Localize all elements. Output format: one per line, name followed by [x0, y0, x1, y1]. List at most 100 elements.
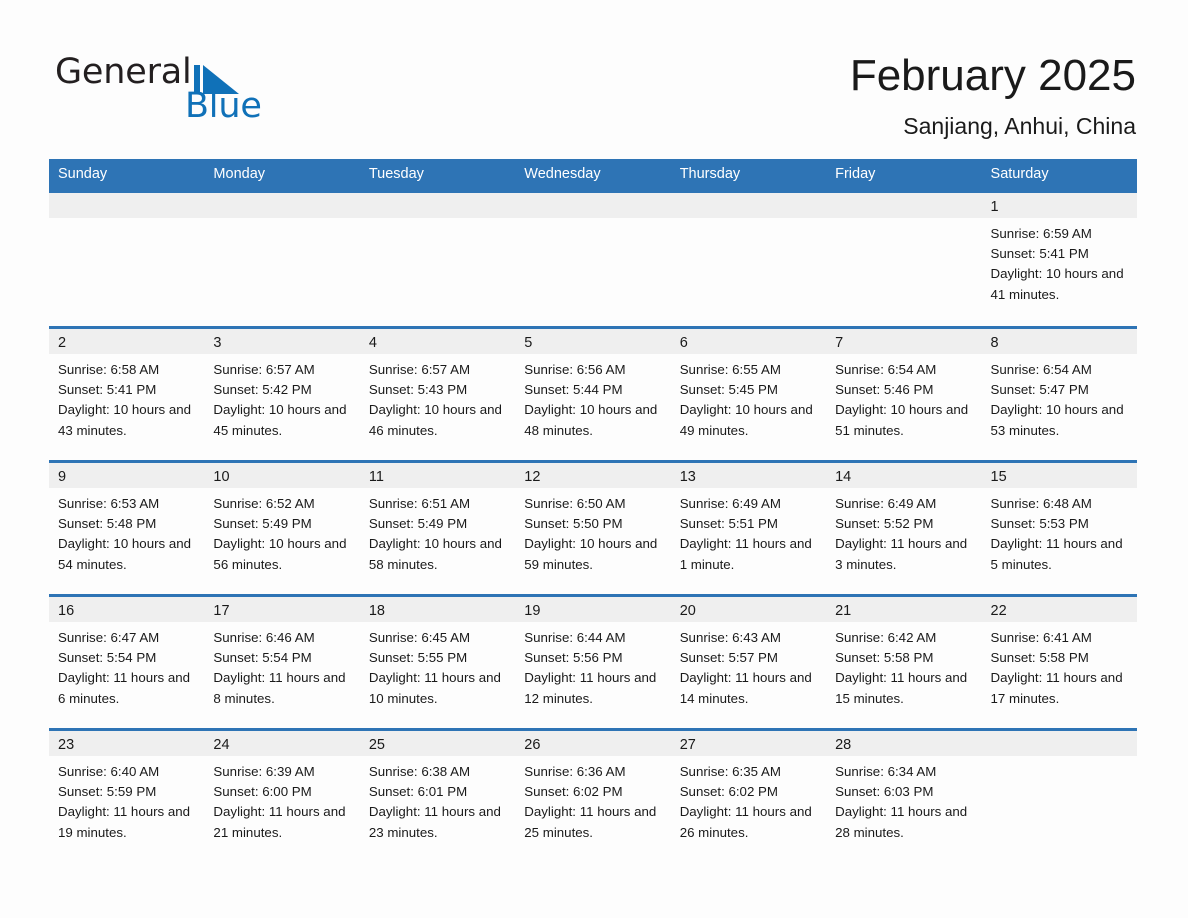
daylight-text: Daylight: 10 hours and 46 minutes. — [368, 402, 502, 438]
day-number: 25 — [359, 731, 516, 756]
calendar-day-cell[interactable]: 9 Sunrise: 6:53 AM Sunset: 5:48 PM Daylight… — [49, 460, 205, 596]
calendar-week-row: 23 Sunrise: 6:40 AM Sunset: 5:59 PM Dayligh… — [49, 728, 1137, 862]
brand-name-blue: Blue — [185, 86, 262, 126]
calendar-day-cell[interactable]: 6 Sunrise: 6:55 AM Sunset: 5:45 PM Daylight… — [670, 326, 827, 462]
calendar-day-cell[interactable]: 18 Sunrise: 6:45 AM Sunset: 5:55 PM Dayligh… — [359, 594, 516, 730]
calendar-day-cell[interactable]: 19 Sunrise: 6:44 AM Sunset: 5:56 PM Dayligh… — [515, 594, 671, 730]
sunrise-text: Sunrise: 6:40 AM — [58, 764, 160, 779]
calendar-day-cell[interactable]: 21 Sunrise: 6:42 AM Sunset: 5:58 PM Dayligh… — [826, 594, 982, 730]
day-cell-content: 3 Sunrise: 6:57 AM Sunset: 5:42 PM Daylight… — [204, 329, 360, 460]
day-cell-content — [359, 193, 516, 326]
day-number — [826, 193, 982, 218]
day-cell-content: 11 Sunrise: 6:51 AM Sunset: 5:49 PM Dayligh… — [359, 463, 516, 594]
sunrise-text: Sunrise: 6:46 AM — [213, 630, 315, 645]
calendar-day-cell[interactable]: 23 Sunrise: 6:40 AM Sunset: 5:59 PM Dayligh… — [49, 728, 205, 862]
day-number: 4 — [359, 329, 516, 354]
calendar-day-cell[interactable]: 11 Sunrise: 6:51 AM Sunset: 5:49 PM Dayligh… — [359, 460, 516, 596]
page-header: General Blue February 2025 Sanjiang, Anh… — [0, 0, 1188, 152]
sunrise-text: Sunrise: 6:35 AM — [679, 764, 781, 779]
day-cell-content: 20 Sunrise: 6:43 AM Sunset: 5:57 PM Dayligh… — [670, 597, 827, 728]
daylight-text: Daylight: 10 hours and 59 minutes. — [524, 536, 658, 572]
calendar-day-cell[interactable]: 8 Sunrise: 6:54 AM Sunset: 5:47 PM Daylight… — [981, 326, 1137, 462]
day-cell-content: 22 Sunrise: 6:41 AM Sunset: 5:58 PM Dayligh… — [981, 597, 1137, 728]
day-sun-info: Sunrise: 6:46 AM Sunset: 5:54 PM Daylight:… — [204, 622, 359, 709]
day-cell-content — [49, 193, 205, 326]
day-sun-info: Sunrise: 6:59 AM Sunset: 5:41 PM Daylight:… — [982, 218, 1137, 305]
calendar-day-cell[interactable]: 1 Sunrise: 6:59 AM Sunset: 5:41 PM Daylight… — [981, 190, 1137, 328]
sunrise-text: Sunrise: 6:48 AM — [990, 496, 1092, 511]
calendar-day-cell[interactable]: 2 Sunrise: 6:58 AM Sunset: 5:41 PM Daylight… — [49, 326, 205, 462]
day-cell-content: 13 Sunrise: 6:49 AM Sunset: 5:51 PM Dayligh… — [670, 463, 827, 594]
sunrise-text: Sunrise: 6:38 AM — [368, 764, 471, 779]
day-cell-content: 5 Sunrise: 6:56 AM Sunset: 5:44 PM Daylight… — [515, 329, 671, 460]
day-cell-content: 19 Sunrise: 6:44 AM Sunset: 5:56 PM Dayligh… — [515, 597, 671, 728]
day-cell-content: 6 Sunrise: 6:55 AM Sunset: 5:45 PM Daylight… — [670, 329, 827, 460]
sunrise-text: Sunrise: 6:57 AM — [213, 362, 315, 377]
calendar-day-cell[interactable]: 24 Sunrise: 6:39 AM Sunset: 6:00 PM Dayligh… — [204, 728, 360, 862]
calendar-day-cell[interactable]: 4 Sunrise: 6:57 AM Sunset: 5:43 PM Daylight… — [359, 326, 516, 462]
day-sun-info: Sunrise: 6:49 AM Sunset: 5:52 PM Daylight:… — [826, 488, 981, 575]
location-subtitle: Sanjiang, Anhui, China — [903, 113, 1136, 139]
day-sun-info: Sunrise: 6:35 AM Sunset: 6:02 PM Daylight:… — [671, 756, 826, 843]
sunset-text: Sunset: 5:48 PM — [58, 516, 157, 532]
day-sun-info: Sunrise: 6:57 AM Sunset: 5:42 PM Daylight:… — [204, 354, 359, 441]
calendar-week-row: 2 Sunrise: 6:58 AM Sunset: 5:41 PM Daylight… — [49, 326, 1137, 462]
calendar-day-cell[interactable]: 15 Sunrise: 6:48 AM Sunset: 5:53 PM Dayligh… — [981, 460, 1137, 596]
calendar-day-cell[interactable]: 13 Sunrise: 6:49 AM Sunset: 5:51 PM Dayligh… — [670, 460, 827, 596]
calendar-day-cell[interactable]: 12 Sunrise: 6:50 AM Sunset: 5:50 PM Dayligh… — [515, 460, 671, 596]
sunrise-text: Sunrise: 6:52 AM — [213, 496, 315, 511]
day-cell-content: 23 Sunrise: 6:40 AM Sunset: 5:59 PM Dayligh… — [49, 731, 205, 862]
sunrise-text: Sunrise: 6:49 AM — [835, 496, 937, 511]
sunset-text: Sunset: 5:58 PM — [835, 650, 934, 666]
day-sun-info: Sunrise: 6:48 AM Sunset: 5:53 PM Daylight:… — [982, 488, 1137, 575]
day-sun-info: Sunrise: 6:54 AM Sunset: 5:46 PM Daylight:… — [826, 354, 981, 441]
calendar-day-cell-empty — [515, 190, 671, 328]
day-number: 20 — [670, 597, 827, 622]
calendar-day-cell[interactable]: 16 Sunrise: 6:47 AM Sunset: 5:54 PM Dayligh… — [49, 594, 205, 730]
daylight-text: Daylight: 10 hours and 54 minutes. — [58, 536, 192, 572]
sunset-text: Sunset: 5:46 PM — [835, 382, 934, 398]
day-cell-content: 1 Sunrise: 6:59 AM Sunset: 5:41 PM Daylight… — [981, 193, 1137, 326]
day-sun-info: Sunrise: 6:49 AM Sunset: 5:51 PM Daylight:… — [671, 488, 826, 575]
day-number: 11 — [359, 463, 516, 488]
day-number: 18 — [359, 597, 516, 622]
day-cell-content: 26 Sunrise: 6:36 AM Sunset: 6:02 PM Dayligh… — [515, 731, 671, 862]
day-cell-content — [515, 193, 671, 326]
sunset-text: Sunset: 5:43 PM — [368, 382, 468, 398]
day-number: 6 — [670, 329, 827, 354]
sunrise-text: Sunrise: 6:54 AM — [990, 362, 1092, 377]
daylight-text: Daylight: 11 hours and 26 minutes. — [679, 804, 812, 840]
daylight-text: Daylight: 10 hours and 43 minutes. — [58, 402, 192, 438]
weekday-header-sunday: Sunday — [49, 159, 205, 192]
calendar-day-cell[interactable]: 28 Sunrise: 6:34 AM Sunset: 6:03 PM Dayligh… — [826, 728, 982, 862]
day-number: 15 — [981, 463, 1137, 488]
calendar-day-cell[interactable]: 17 Sunrise: 6:46 AM Sunset: 5:54 PM Dayligh… — [204, 594, 360, 730]
calendar-day-cell[interactable]: 26 Sunrise: 6:36 AM Sunset: 6:02 PM Dayligh… — [515, 728, 671, 862]
weekday-header-monday: Monday — [204, 159, 360, 192]
calendar-day-cell[interactable]: 20 Sunrise: 6:43 AM Sunset: 5:57 PM Dayligh… — [670, 594, 827, 730]
calendar-day-cell[interactable]: 22 Sunrise: 6:41 AM Sunset: 5:58 PM Dayligh… — [981, 594, 1137, 730]
calendar-day-cell[interactable]: 27 Sunrise: 6:35 AM Sunset: 6:02 PM Dayligh… — [670, 728, 827, 862]
calendar-day-cell[interactable]: 25 Sunrise: 6:38 AM Sunset: 6:01 PM Dayligh… — [359, 728, 516, 862]
day-number: 10 — [204, 463, 360, 488]
day-sun-info: Sunrise: 6:42 AM Sunset: 5:58 PM Daylight:… — [826, 622, 981, 709]
calendar-day-cell[interactable]: 14 Sunrise: 6:49 AM Sunset: 5:52 PM Dayligh… — [826, 460, 982, 596]
day-number: 26 — [515, 731, 671, 756]
daylight-text: Daylight: 11 hours and 28 minutes. — [835, 804, 968, 840]
day-number — [670, 193, 827, 218]
daylight-text: Daylight: 11 hours and 25 minutes. — [524, 804, 657, 840]
weekday-header-thursday: Thursday — [670, 159, 827, 192]
sunrise-text: Sunrise: 6:39 AM — [213, 764, 315, 779]
calendar-week-row: 1 Sunrise: 6:59 AM Sunset: 5:41 PM Daylight… — [49, 190, 1137, 328]
daylight-text: Daylight: 10 hours and 45 minutes. — [213, 402, 347, 438]
day-sun-info: Sunrise: 6:40 AM Sunset: 5:59 PM Daylight:… — [49, 756, 204, 843]
brand-logo[interactable]: General Blue — [55, 52, 315, 126]
day-cell-content: 9 Sunrise: 6:53 AM Sunset: 5:48 PM Daylight… — [49, 463, 205, 594]
calendar-day-cell[interactable]: 3 Sunrise: 6:57 AM Sunset: 5:42 PM Daylight… — [204, 326, 360, 462]
calendar-day-cell[interactable]: 10 Sunrise: 6:52 AM Sunset: 5:49 PM Dayligh… — [204, 460, 360, 596]
page-title: February 2025 — [849, 51, 1136, 100]
calendar-day-cell[interactable]: 5 Sunrise: 6:56 AM Sunset: 5:44 PM Daylight… — [515, 326, 671, 462]
sunrise-text: Sunrise: 6:50 AM — [524, 496, 626, 511]
calendar-day-cell[interactable]: 7 Sunrise: 6:54 AM Sunset: 5:46 PM Daylight… — [826, 326, 982, 462]
day-cell-content: 17 Sunrise: 6:46 AM Sunset: 5:54 PM Dayligh… — [204, 597, 360, 728]
